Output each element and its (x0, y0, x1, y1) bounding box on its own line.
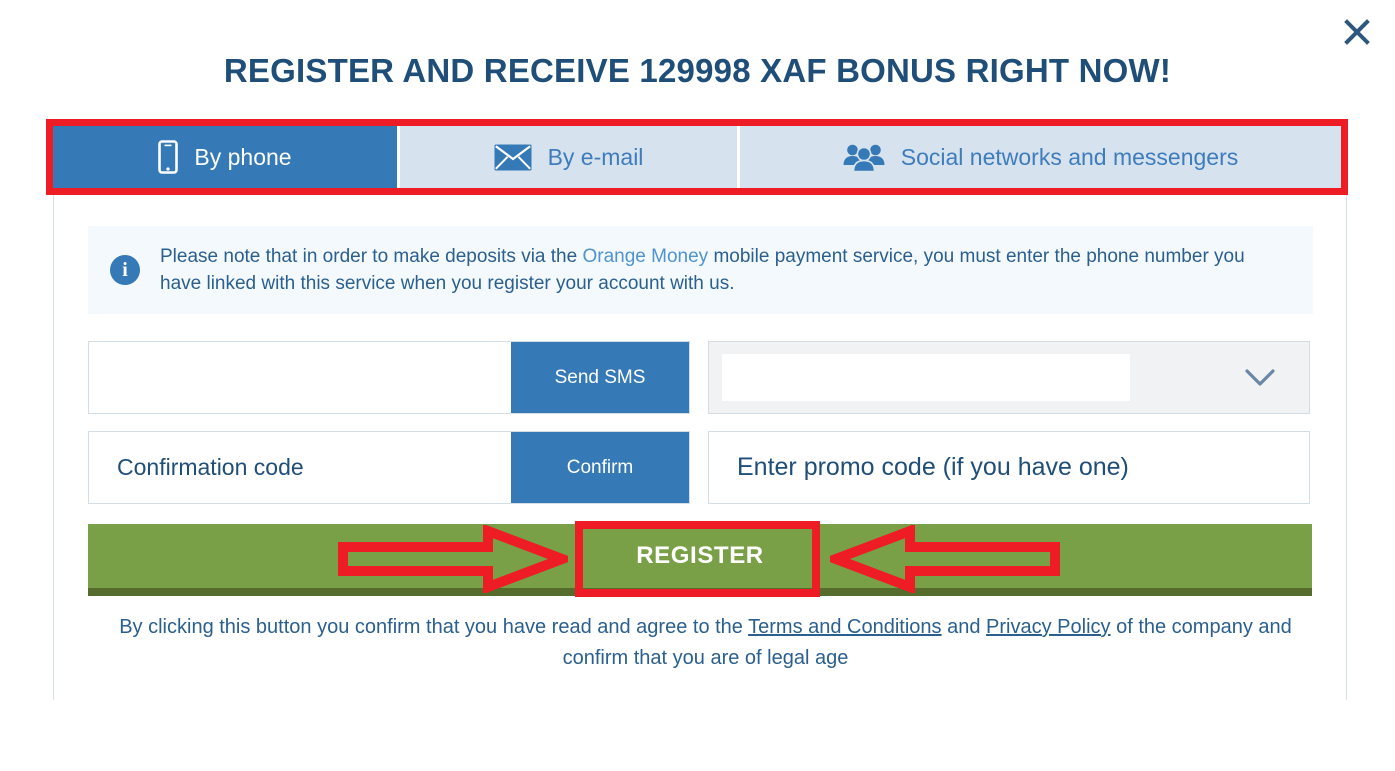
currency-select[interactable] (708, 341, 1310, 414)
currency-select-value[interactable] (722, 354, 1130, 401)
orange-money-link[interactable]: Orange Money (582, 246, 708, 267)
legal-text-2: and (941, 616, 987, 638)
close-icon (1344, 19, 1370, 45)
notice-text-before: Please note that in order to make deposi… (160, 246, 583, 267)
tab-social-networks-label: Social networks and messengers (900, 143, 1239, 170)
phone-input[interactable] (89, 342, 511, 413)
confirmation-code-input[interactable] (89, 432, 511, 503)
notice-text: Please note that in order to make deposi… (160, 243, 1250, 297)
send-sms-button[interactable]: Send SMS (511, 342, 689, 413)
smartphone-icon (158, 140, 179, 174)
tab-by-phone-label: By phone (194, 143, 292, 170)
promo-code-field (708, 431, 1310, 504)
tab-by-email-label: By e-mail (547, 143, 644, 170)
tab-by-phone[interactable]: By phone (53, 126, 397, 188)
privacy-policy-link[interactable]: Privacy Policy (986, 616, 1110, 638)
legal-text-1: By clicking this button you confirm that… (119, 616, 749, 638)
confirm-button[interactable]: Confirm (511, 432, 689, 503)
phone-input-group: Send SMS (88, 341, 690, 414)
tab-by-email[interactable]: By e-mail (397, 126, 737, 188)
promo-code-input[interactable] (709, 453, 1309, 482)
orange-money-notice: i Please note that in order to make depo… (88, 226, 1313, 314)
form-row-confirmation: Confirm (88, 431, 1310, 504)
info-icon: i (110, 255, 140, 285)
register-button-wrap: REGISTER (88, 524, 1312, 596)
terms-and-conditions-link[interactable]: Terms and Conditions (748, 616, 941, 638)
tab-social-networks[interactable]: Social networks and messengers (737, 126, 1341, 188)
confirmation-input-group: Confirm (88, 431, 690, 504)
page-title: REGISTER AND RECEIVE 129998 XAF BONUS RI… (223, 52, 1172, 89)
close-modal-button[interactable] (1339, 14, 1375, 50)
chevron-down-icon (1245, 368, 1275, 387)
legal-footer: By clicking this button you confirm that… (88, 612, 1323, 674)
registration-method-tabs: By phone By e-mail Social networks and m… (53, 126, 1341, 188)
form-row-phone: Send SMS (88, 341, 1310, 414)
users-group-icon (843, 142, 885, 172)
registration-method-tabs-highlight: By phone By e-mail Social networks and m… (46, 119, 1348, 195)
envelope-icon (494, 144, 532, 171)
register-button[interactable]: REGISTER (88, 524, 1312, 596)
